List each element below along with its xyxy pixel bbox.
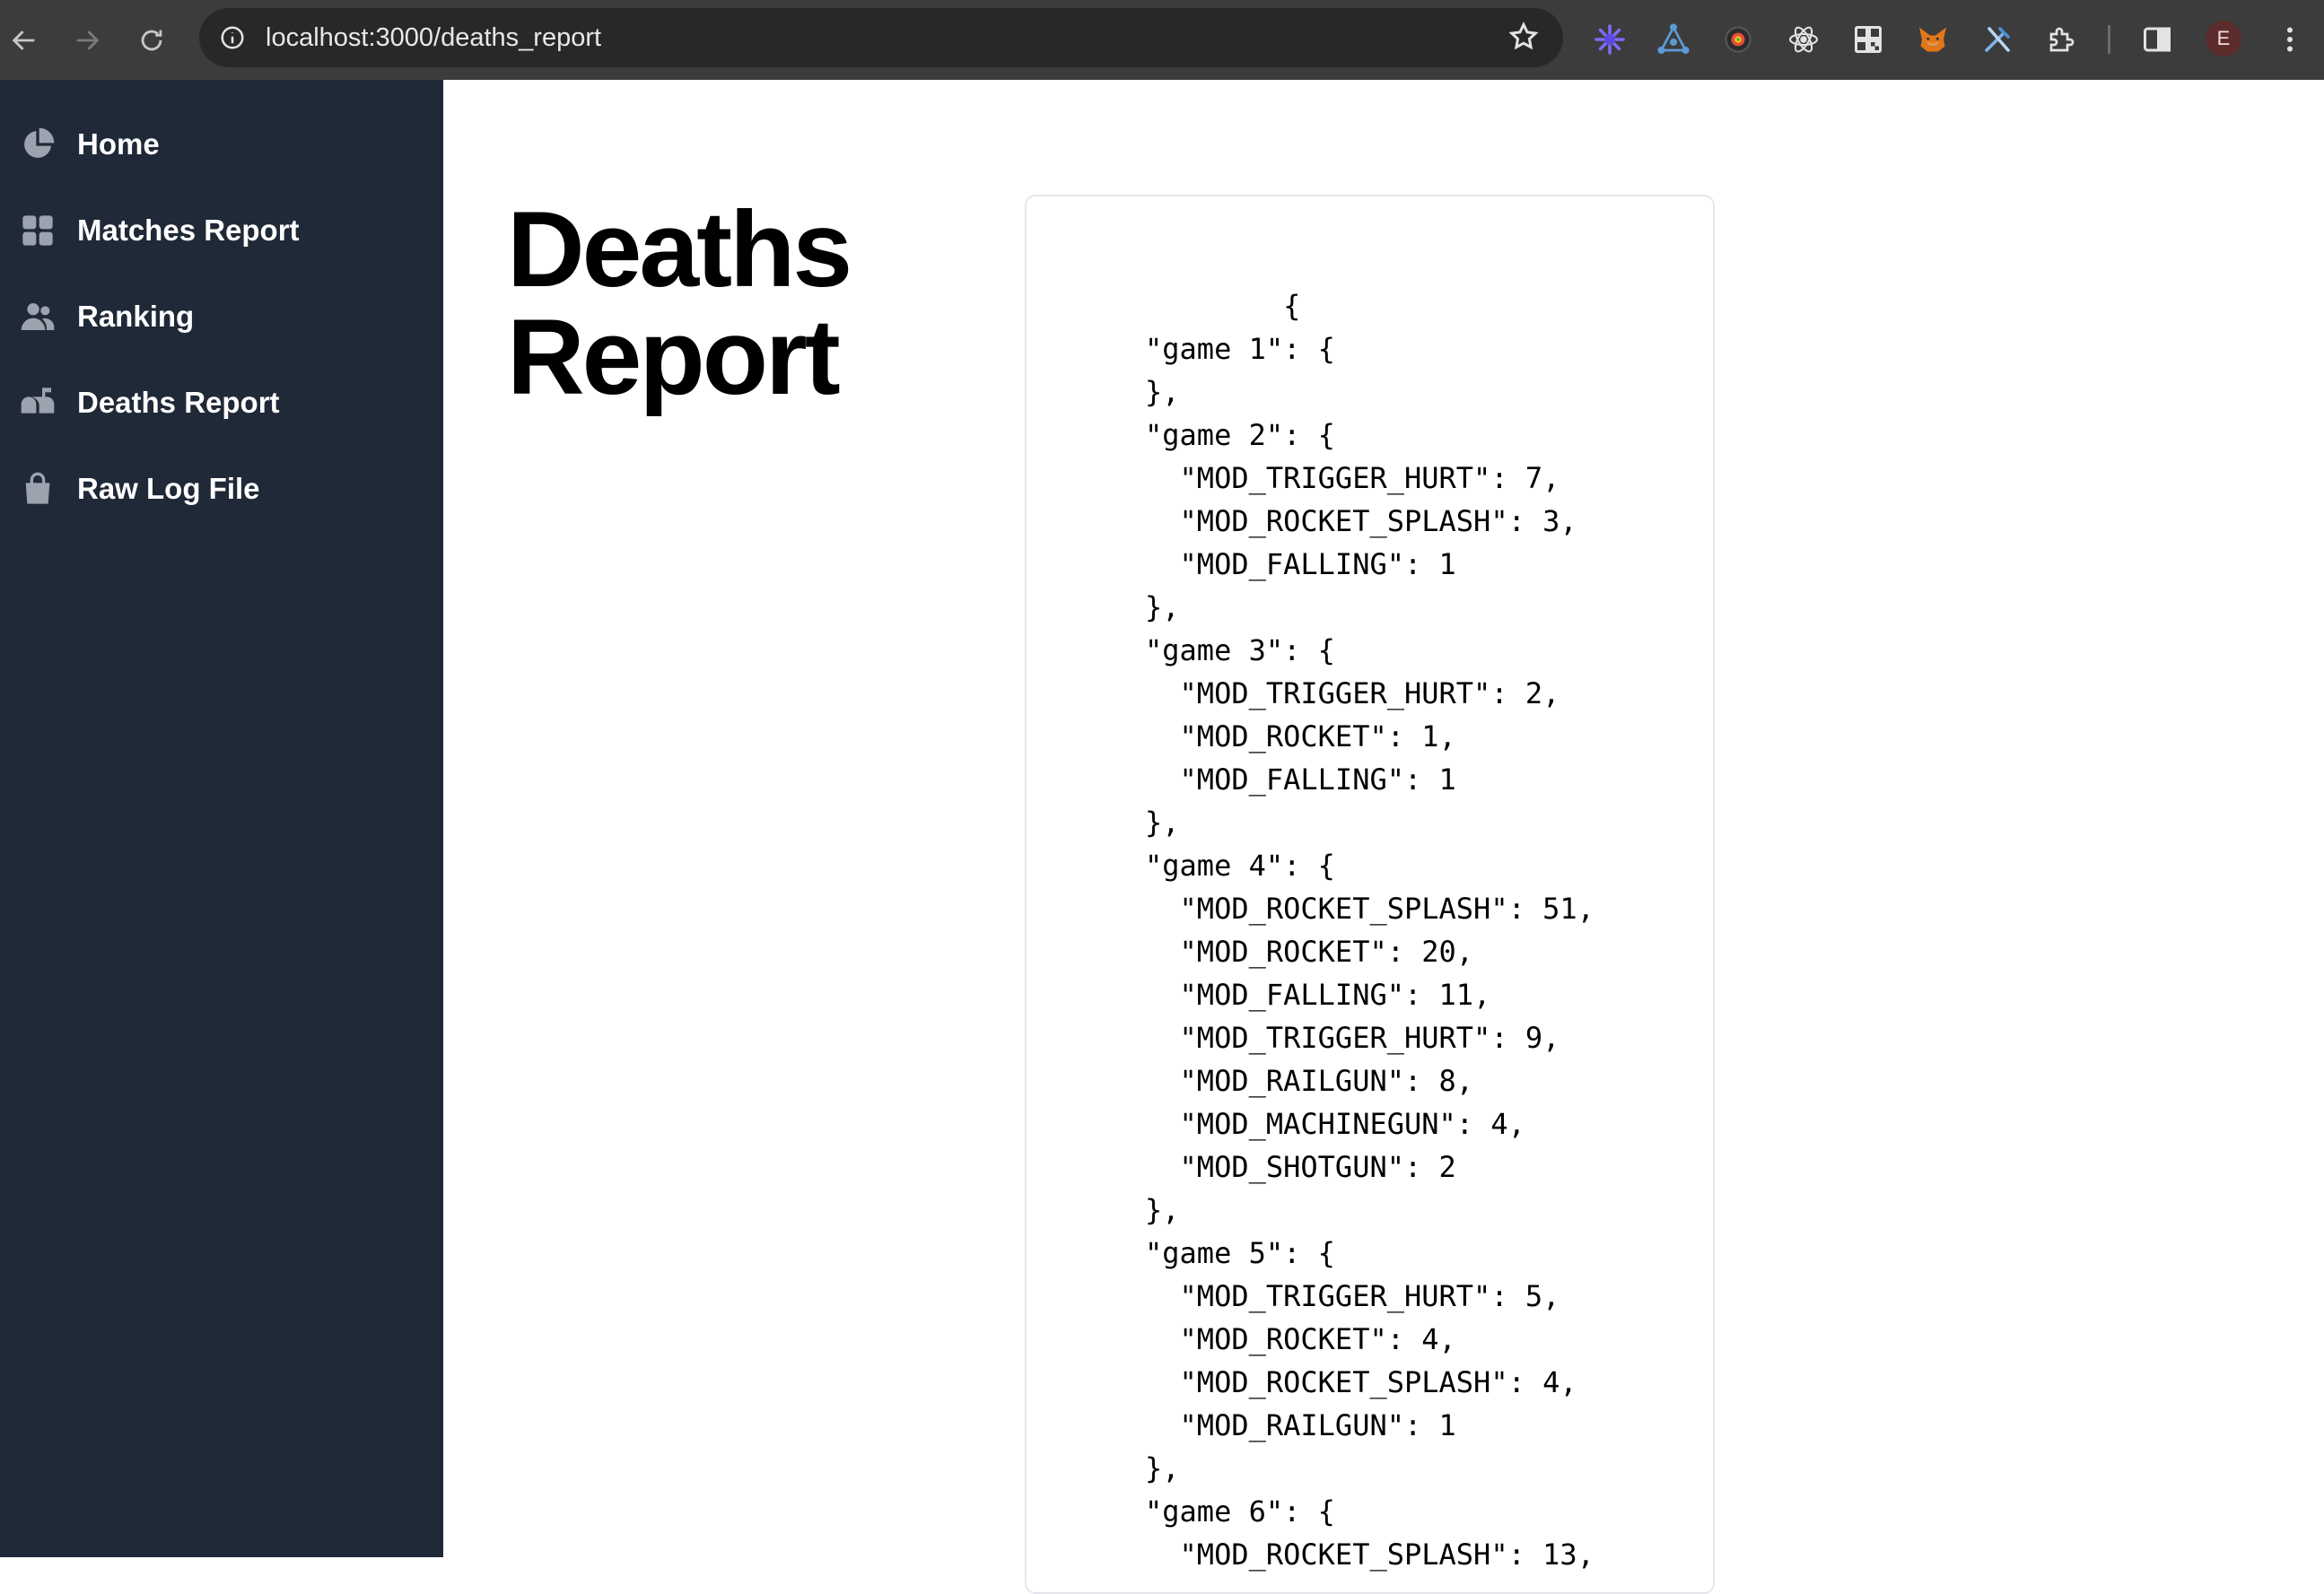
puzzle-icon[interactable] (2040, 18, 2084, 61)
pie-chart-icon (20, 126, 56, 162)
address-bar[interactable]: localhost:3000/deaths_report (199, 8, 1563, 67)
page-title: Deaths Report (507, 189, 852, 417)
browser-toolbar: localhost:3000/deaths_report E (0, 0, 2324, 80)
sparkle-icon[interactable] (1588, 18, 1631, 61)
sidebar-item-raw-log-file[interactable]: Raw Log File (0, 453, 443, 525)
reload-button[interactable] (129, 18, 174, 63)
network-icon[interactable] (1652, 18, 1695, 61)
back-button[interactable] (2, 18, 47, 63)
report-card: { "game 1": { }, "game 2": { "MOD_TRIGGE… (1025, 195, 1715, 1594)
sidebar: Home Matches Report Ranking Deaths Repor… (0, 80, 443, 1557)
sidebar-item-label: Raw Log File (77, 472, 260, 505)
url-text[interactable]: localhost:3000/deaths_report (266, 23, 601, 52)
arrow-left-icon (12, 30, 35, 50)
bookmark-star-icon[interactable] (1507, 21, 1542, 55)
sidebar-item-home[interactable]: Home (0, 109, 443, 180)
kebab-menu-icon[interactable] (2268, 18, 2311, 61)
qr-icon[interactable] (1847, 18, 1890, 61)
shopping-bag-icon (20, 471, 56, 507)
forward-button[interactable] (65, 18, 109, 63)
sidebar-item-ranking[interactable]: Ranking (0, 281, 443, 353)
profile-avatar[interactable]: E (2206, 21, 2241, 57)
sidebar-item-label: Ranking (77, 300, 195, 333)
report-json: { "game 1": { }, "game 2": { "MOD_TRIGGE… (1145, 289, 1594, 1572)
mailbox-icon (20, 385, 56, 421)
tools-icon[interactable] (1976, 18, 2019, 61)
sidebar-item-matches-report[interactable]: Matches Report (0, 195, 443, 266)
arrow-right-icon (76, 30, 100, 50)
sidebar-item-deaths-report[interactable]: Deaths Report (0, 367, 443, 439)
grid-icon (20, 213, 56, 248)
sidebar-item-label: Matches Report (77, 213, 300, 247)
users-icon (20, 299, 56, 335)
camera-icon[interactable] (1717, 18, 1760, 61)
sidebar-item-label: Deaths Report (77, 386, 280, 419)
site-info-icon[interactable] (215, 21, 249, 55)
reload-icon (141, 30, 162, 51)
fox-icon[interactable] (1911, 18, 1954, 61)
sidebar-item-label: Home (77, 127, 160, 161)
react-icon[interactable] (1782, 18, 1825, 61)
toolbar-divider (2108, 25, 2110, 54)
side-panel-icon[interactable] (2136, 18, 2179, 61)
